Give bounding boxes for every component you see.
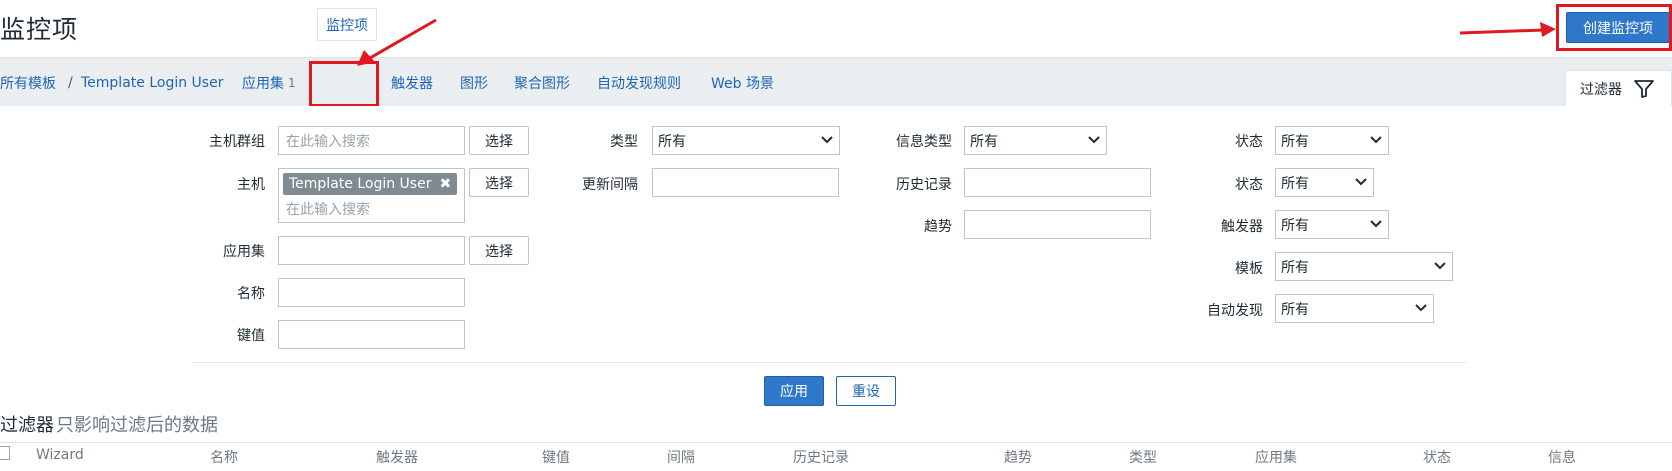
select-all-checkbox[interactable] <box>0 446 10 460</box>
application-select-button[interactable]: 选择 <box>469 236 529 265</box>
host-label: 主机 <box>237 177 265 193</box>
subfilter-title: 过滤器 只影响过滤后的数据 <box>0 411 218 437</box>
state-select[interactable]: 所有 <box>1275 126 1389 155</box>
tab-applications-label: 应用集 <box>242 75 284 92</box>
name-input[interactable] <box>278 278 465 307</box>
key-input[interactable] <box>278 320 465 349</box>
state-select-value: 所有 <box>1281 133 1309 150</box>
column-history[interactable]: 历史记录 <box>793 447 849 467</box>
column-type[interactable]: 类型 <box>1129 447 1157 467</box>
column-wizard: Wizard <box>36 447 84 463</box>
status-select[interactable]: 所有 <box>1275 168 1374 197</box>
state-label: 状态 <box>1235 134 1263 150</box>
column-key[interactable]: 键值 <box>542 447 570 467</box>
column-info: 信息 <box>1548 450 1576 466</box>
host-tag: Template Login User ✖ <box>283 173 458 195</box>
chevron-down-icon <box>1434 262 1446 270</box>
create-item-button[interactable]: 创建监控项 <box>1566 12 1670 43</box>
tab-web-scenarios[interactable]: Web 场景 <box>711 58 774 107</box>
info-type-select[interactable]: 所有 <box>964 126 1107 155</box>
type-select-value: 所有 <box>658 133 686 150</box>
tab-applications[interactable]: 应用集 1 <box>242 58 296 107</box>
remove-tag-icon[interactable]: ✖ <box>439 176 451 192</box>
history-input[interactable] <box>964 168 1151 197</box>
chevron-down-icon <box>1370 136 1382 144</box>
name-label: 名称 <box>237 286 265 302</box>
trends-label: 趋势 <box>924 219 952 235</box>
status-label: 状态 <box>1235 177 1263 193</box>
triggers-label: 触发器 <box>1221 219 1263 235</box>
key-label: 键值 <box>237 328 265 344</box>
items-table-header: Wizard 名称 触发器 键值 间隔 历史记录 趋势 类型 应用集 状态 信息 <box>0 442 1672 471</box>
type-select[interactable]: 所有 <box>652 126 840 155</box>
tab-discovery-rules[interactable]: 自动发现规则 <box>597 58 681 107</box>
triggers-select-value: 所有 <box>1281 217 1309 234</box>
tab-applications-count: 1 <box>288 75 296 90</box>
tab-items[interactable]: 监控项 <box>317 8 377 41</box>
reset-button[interactable]: 重设 <box>836 376 896 406</box>
host-multiselect[interactable]: Template Login User ✖ 在此输入搜索 <box>278 168 465 223</box>
discovery-select-value: 所有 <box>1281 301 1309 318</box>
template-label: 模板 <box>1235 261 1263 277</box>
chevron-down-icon <box>1370 220 1382 228</box>
update-interval-label: 更新间隔 <box>582 177 638 193</box>
page-title: 监控项 <box>0 15 79 44</box>
chevron-down-icon <box>1355 178 1367 186</box>
column-status[interactable]: 状态 <box>1423 447 1451 467</box>
info-type-label: 信息类型 <box>896 134 952 150</box>
update-interval-input[interactable] <box>652 168 839 197</box>
application-label: 应用集 <box>223 244 265 260</box>
subfilter-title-text: 过滤器 <box>0 415 54 436</box>
status-select-value: 所有 <box>1281 175 1309 192</box>
filter-icon <box>1634 79 1654 98</box>
tab-triggers[interactable]: 触发器 <box>391 58 433 107</box>
chevron-down-icon <box>821 136 833 144</box>
column-applications: 应用集 <box>1255 450 1297 466</box>
column-interval[interactable]: 间隔 <box>667 447 695 467</box>
template-select-value: 所有 <box>1281 259 1309 276</box>
info-type-select-value: 所有 <box>970 133 998 150</box>
column-trends[interactable]: 趋势 <box>1004 447 1032 467</box>
triggers-select[interactable]: 所有 <box>1275 210 1389 239</box>
trends-input[interactable] <box>964 210 1151 239</box>
template-select[interactable]: 所有 <box>1275 252 1453 281</box>
column-triggers: 触发器 <box>376 450 418 466</box>
host-tag-label: Template Login User <box>289 176 432 192</box>
host-group-input[interactable]: 在此输入搜索 <box>278 126 465 155</box>
discovery-label: 自动发现 <box>1207 303 1263 319</box>
tab-graphs[interactable]: 图形 <box>460 58 488 107</box>
apply-button[interactable]: 应用 <box>764 376 824 406</box>
discovery-select[interactable]: 所有 <box>1275 294 1434 323</box>
type-label: 类型 <box>610 134 638 150</box>
chevron-down-icon <box>1088 136 1100 144</box>
filter-tab[interactable]: 过滤器 <box>1565 70 1672 106</box>
filter-divider <box>193 362 1466 363</box>
host-group-label: 主机群组 <box>209 134 265 150</box>
breadcrumb-separator: / <box>68 74 73 91</box>
application-input[interactable] <box>278 236 465 265</box>
breadcrumb-template[interactable]: Template Login User <box>81 58 223 107</box>
column-name[interactable]: 名称 <box>210 447 238 467</box>
history-label: 历史记录 <box>896 177 952 193</box>
template-nav: 所有模板 / Template Login User 应用集 1 触发器 图形 … <box>0 57 1672 106</box>
breadcrumb-all-templates[interactable]: 所有模板 <box>0 58 56 107</box>
subfilter-hint: 只影响过滤后的数据 <box>56 415 218 436</box>
host-search-placeholder: 在此输入搜索 <box>286 202 370 218</box>
host-select-button[interactable]: 选择 <box>469 168 529 197</box>
tab-screens[interactable]: 聚合图形 <box>514 58 570 107</box>
chevron-down-icon <box>1415 304 1427 312</box>
filter-tab-label: 过滤器 <box>1580 81 1622 98</box>
host-group-select-button[interactable]: 选择 <box>469 126 529 155</box>
